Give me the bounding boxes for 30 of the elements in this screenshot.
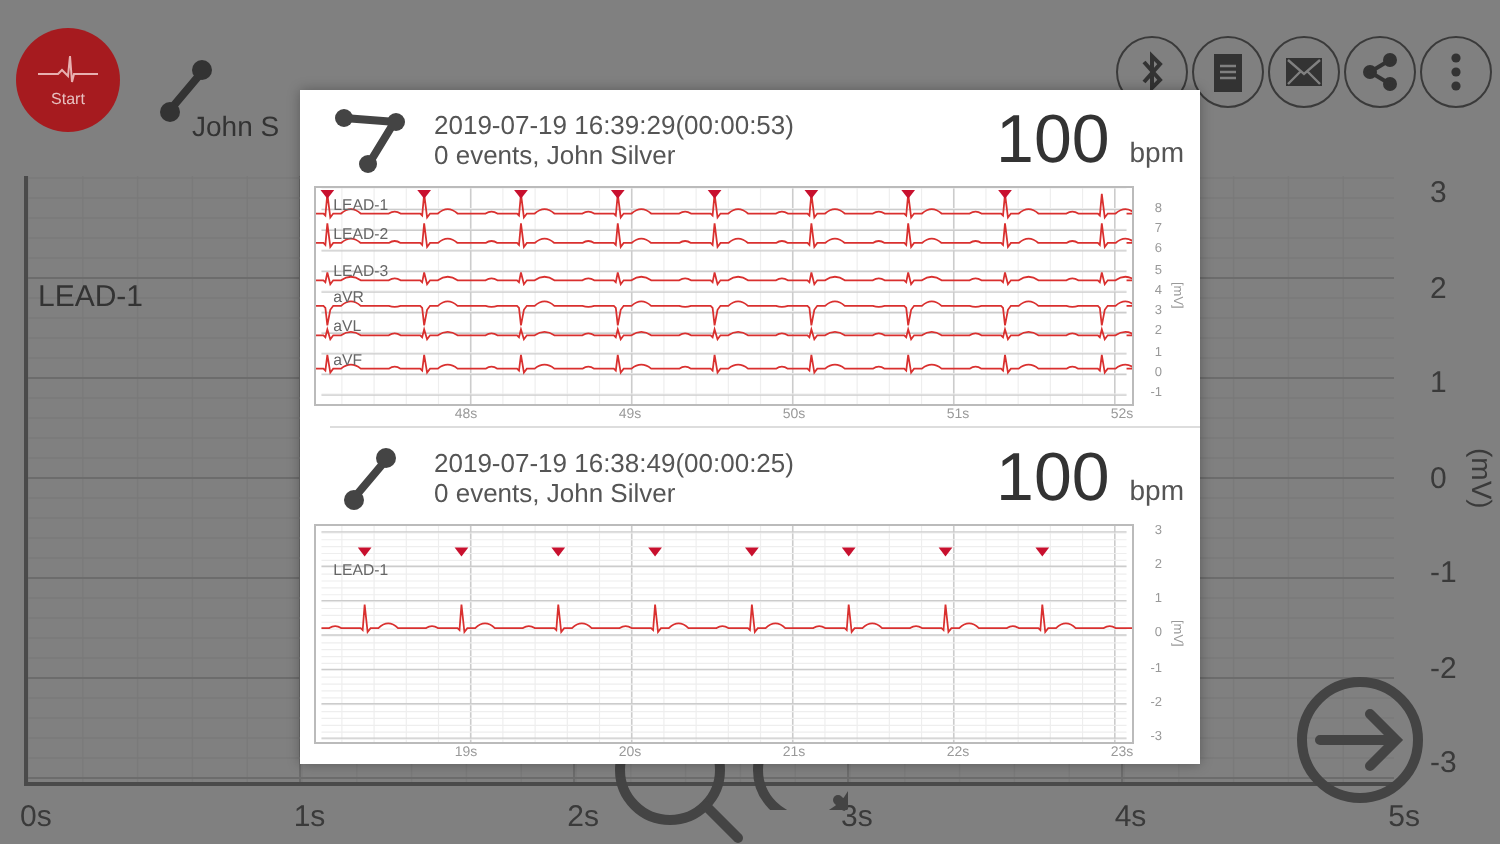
heart-rate-unit: bpm (1129, 474, 1184, 506)
axis-tick: 2s (567, 798, 599, 838)
lead-label: aVF (333, 350, 362, 369)
axis-tick: -3 (1430, 746, 1457, 780)
lead-label: LEAD-2 (333, 225, 389, 244)
patient-name: John S (192, 110, 280, 142)
recording-date: 2019-07-19 16:38:49(00:00:25) (434, 448, 794, 478)
axis-tick: -1 (1430, 556, 1457, 590)
recording-summary: 0 events, John Silver (434, 478, 678, 508)
axis-tick: 1 (1430, 366, 1447, 400)
lead-label: LEAD-3 (333, 262, 389, 281)
lead-label: LEAD-1 (333, 195, 389, 214)
axis-tick: 1s (293, 798, 326, 838)
axis-tick: 3 (1430, 176, 1447, 210)
axis-tick: 4s (1114, 798, 1147, 838)
heart-rate-unit: bpm (1129, 136, 1184, 168)
lead-label: LEAD-1 (333, 561, 389, 580)
lead-label: LEAD-1 (38, 280, 144, 314)
axis-tick: -2 (1430, 651, 1457, 685)
axis-tick: 0s (20, 798, 52, 838)
recording-date: 2019-07-19 16:39:29(00:00:53) (434, 110, 794, 140)
axis-tick: 0 (1430, 461, 1447, 495)
recording-summary: 0 events, John Silver (434, 140, 678, 170)
axis-tick: 2 (1430, 271, 1447, 305)
heart-rate: 100 (996, 440, 1110, 516)
axis-unit: (mV) (1466, 448, 1498, 509)
lead-label: aVR (333, 287, 364, 306)
heart-rate: 100 (996, 102, 1110, 178)
lead-label: aVL (333, 317, 362, 336)
axis-tick: 5s (1388, 798, 1420, 838)
